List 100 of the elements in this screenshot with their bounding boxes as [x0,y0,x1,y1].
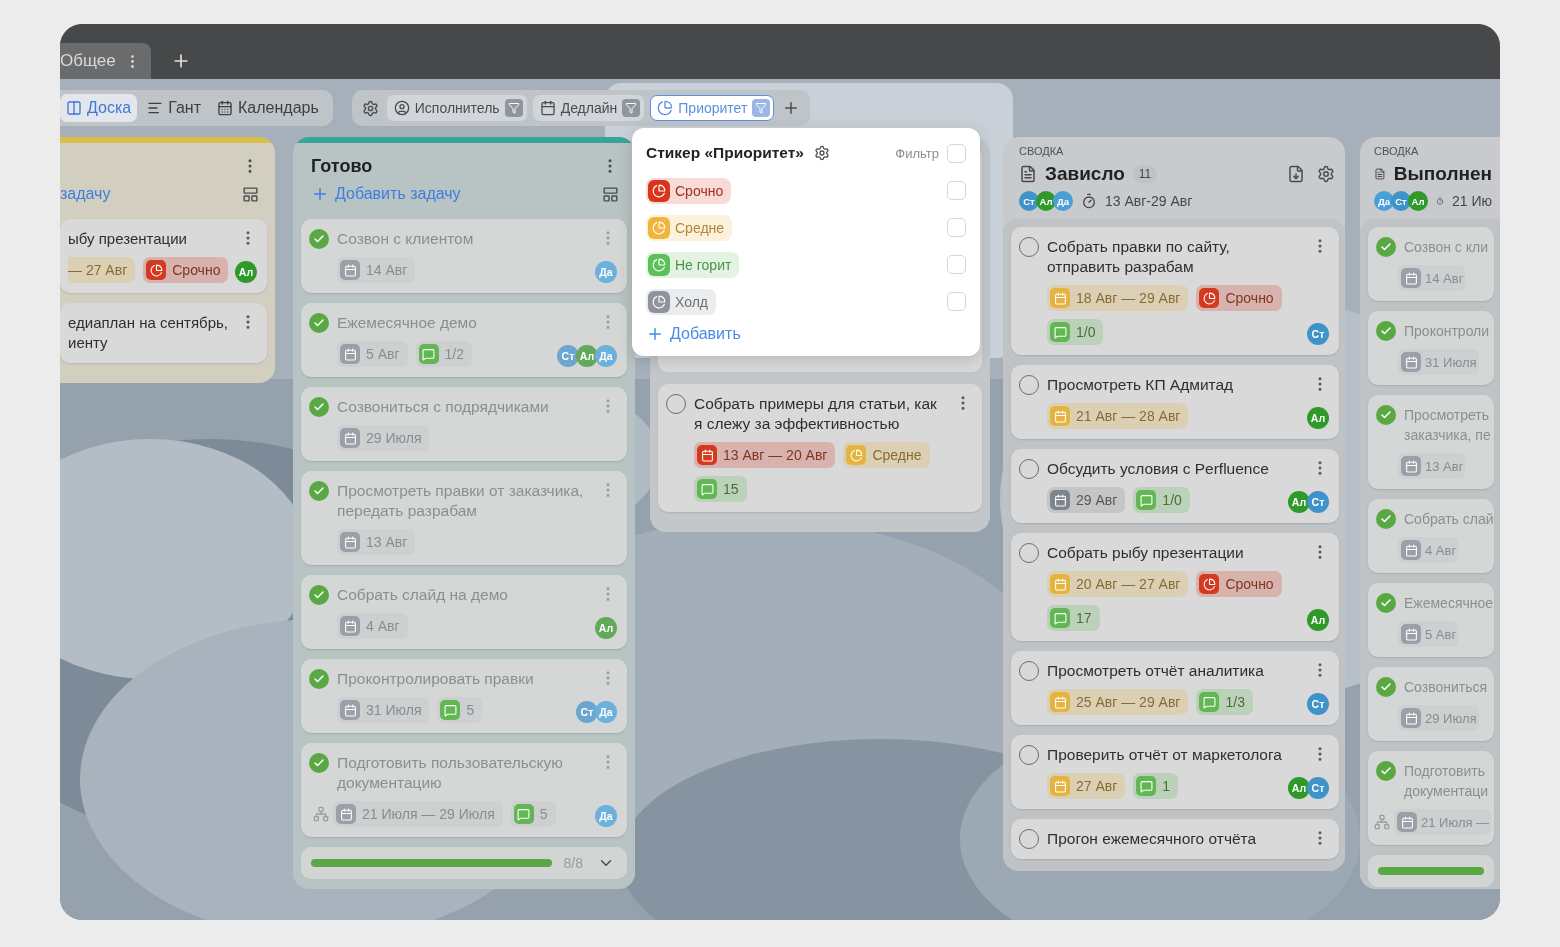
avatar[interactable]: Ал [1408,191,1428,211]
avatar[interactable]: Ст [557,345,579,367]
avatar[interactable]: Ал [1307,609,1329,631]
view-tab[interactable]: Календарь [211,94,325,122]
tag-text: 4 Авг [366,618,400,634]
task-card[interactable]: Прогон ежемесячного отчёта [1011,819,1339,859]
task-title: Созвониться с подрядчиками [337,397,550,417]
avatar[interactable]: Ст [1307,777,1329,799]
task-card[interactable]: Просмотреть заказчика, пе 13 Авг [1368,395,1494,489]
calendar-icon [217,100,233,116]
task-card[interactable]: Обсудить условия с Perfluence 29 Авг 1/0 Ал Ст [1011,449,1339,523]
avatar[interactable]: Ал [1288,777,1310,799]
task-card[interactable]: Созвон с кли 14 Авг [1368,227,1494,301]
workspace-tab[interactable]: Общее [60,43,151,79]
check-icon[interactable] [1376,405,1396,425]
task-card[interactable]: Проконтроли 31 Июля [1368,311,1494,385]
task-card[interactable]: Просмотреть КП Адмитад 21 Авг — 28 Авг Ал [1011,365,1339,439]
filter-chip[interactable]: Приоритет [650,95,775,121]
avatar[interactable]: Ст [1019,191,1039,211]
task-card[interactable]: Проверить отчёт от маркетолога 27 Авг 1 Ал Ст [1011,735,1339,809]
task-card[interactable]: ыбу презентации — 27 Авг Срочно Ал [60,219,267,293]
task-title: ыбу презентации [68,229,188,249]
comment-icon [440,700,461,720]
task-card[interactable]: Собрать слайд на демо 4 Авг Ал [301,575,627,649]
check-icon[interactable] [309,229,329,249]
view-label: Доска [87,99,132,117]
avatar[interactable]: Ал [595,617,617,639]
task-card[interactable]: Подготовить пользовательскую документацию 21 Июля — 29 Июля 5 Да [301,743,627,837]
task-card[interactable]: Просмотреть отчёт аналитика 25 Авг — 29 Авг 1/3 Ст [1011,651,1339,725]
check-icon[interactable] [1376,321,1396,341]
check-icon[interactable] [309,313,329,333]
avatar[interactable]: Ал [235,261,257,283]
sticker-label: Холд [675,293,708,310]
avatar[interactable]: Да [595,805,617,827]
task-card[interactable]: Собрать рыбу презентации 20 Авг — 27 Авг Срочно 17 Ал [1011,533,1339,641]
view-tab[interactable]: Доска [60,94,138,122]
task-card[interactable]: Созвониться 29 Июля [1368,667,1494,741]
avatar[interactable]: Ал [1288,491,1310,513]
check-icon[interactable] [1376,593,1396,613]
option-checkbox[interactable] [947,255,966,274]
task-card[interactable]: едиаплан на сентябрь, иенту [60,303,267,363]
avatar[interactable]: Да [595,345,617,367]
avatar[interactable]: Да [595,261,617,283]
task-card[interactable]: Ежемесячное 5 Авг [1368,583,1494,657]
check-icon[interactable] [309,669,329,689]
avatar[interactable]: Ал [576,345,598,367]
avatar[interactable]: Ст [1307,693,1329,715]
view-tab[interactable]: Гант [141,94,207,122]
task-card[interactable]: Ежемесячное демо 5 Авг 1/2 Ст Ал Да [301,303,627,377]
tag-text: 1/0 [1162,492,1182,508]
option-checkbox[interactable] [947,218,966,237]
check-icon[interactable] [1376,677,1396,697]
task-title: Проконтроли [1404,322,1491,341]
priority-sticker[interactable]: Средне [646,214,733,241]
filter-chip[interactable]: Исполнитель [386,95,527,121]
check-icon[interactable] [309,397,329,417]
avatar[interactable]: Да [1053,191,1073,211]
avatar[interactable]: Да [1374,191,1394,211]
task-card[interactable]: Просмотреть правки от заказчика, передать разрабам 13 Авг [301,471,627,565]
task-card[interactable]: Собрать правки по сайту, отправить разрабам 18 Авг — 29 Авг Срочно 1/0 Ст [1011,227,1339,355]
filter-label: Исполнитель [414,100,500,116]
option-checkbox[interactable] [947,292,966,311]
column-title: Выполнен [1393,163,1492,185]
tag-text: 13 Авг [1425,458,1464,474]
filter-checkbox[interactable] [947,143,966,163]
avatar[interactable]: Ал [1307,407,1329,429]
avatar[interactable]: Да [595,701,617,723]
avatar[interactable]: Ст [1307,491,1329,513]
priority-sticker[interactable]: Холд [646,288,716,315]
check-icon[interactable] [1376,761,1396,781]
gantt-icon [147,100,164,116]
check-icon[interactable] [1376,237,1396,257]
comment-icon [1136,490,1157,510]
priority-sticker[interactable]: Не горит [646,251,740,278]
tag-text: 4 Авг [1425,542,1457,558]
check-icon[interactable] [309,585,329,605]
tag-text: 29 Авг [1076,492,1118,508]
check-icon[interactable] [309,753,329,773]
task-card[interactable]: Созвониться с подрядчиками 29 Июля [301,387,627,461]
avatar[interactable]: Ст [576,701,598,723]
comment-icon [418,344,439,364]
task-card[interactable]: Созвон с клиентом 14 Авг Да [301,219,627,293]
priority-sticker[interactable]: Срочно [646,177,732,204]
task-card[interactable]: Собрать слай 4 Авг [1368,499,1494,573]
avatar[interactable]: Ст [1307,323,1329,345]
add-sticker-link[interactable]: Добавить [646,320,966,348]
option-checkbox[interactable] [947,181,966,200]
avatar[interactable]: Ал [1036,191,1056,211]
avatar[interactable]: Ст [1391,191,1411,211]
check-icon[interactable] [1376,509,1396,529]
tag-text: 20 Авг — 27 Авг [1076,576,1181,592]
task-title: Просмотреть правки от заказчика, передать разрабам [337,481,585,521]
dropdown-title: Стикер «Приоритет» [646,144,804,162]
add-task-link[interactable]: задачу [60,185,111,203]
task-card[interactable]: Подготовить документаци 21 Июля — [1368,751,1494,845]
filter-chip[interactable]: Дедлайн [532,95,645,121]
task-card[interactable]: Проконтролировать правки 31 Июля 5 Ст Да [301,659,627,733]
check-icon[interactable] [309,481,329,501]
task-card[interactable]: Собрать примеры для статьи, как я слежу за эффективностью 13 Авг — 20 Авг Средне 15 [658,384,982,512]
add-task-link[interactable]: Добавить задачу [311,185,461,203]
